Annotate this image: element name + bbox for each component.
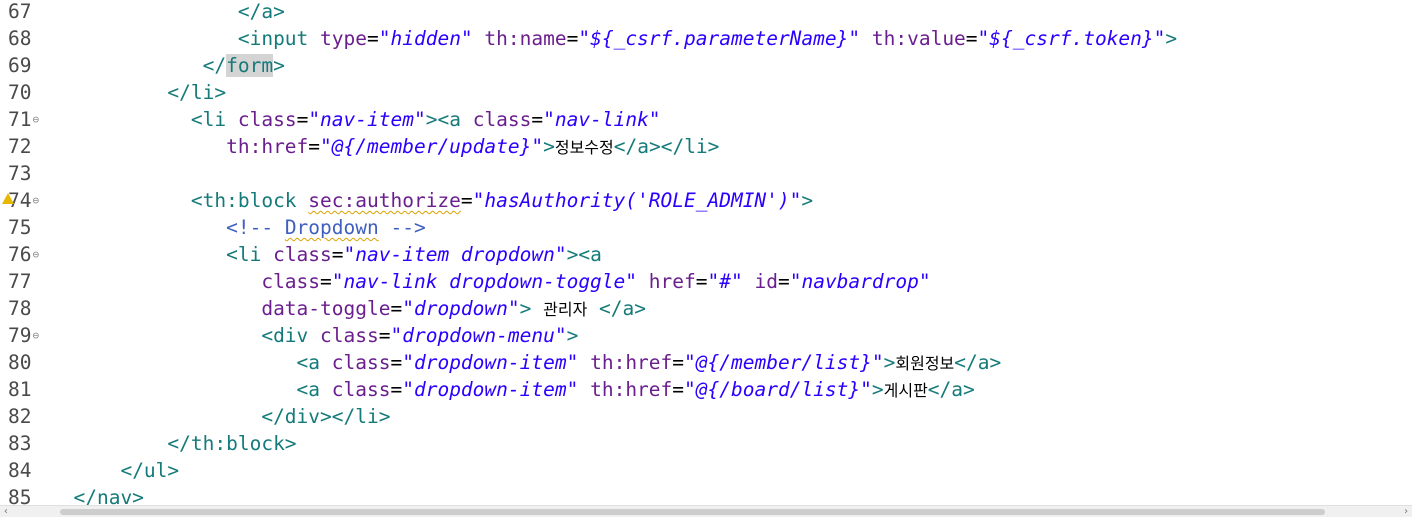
code-line[interactable]: 78 data-toggle="dropdown"> 관리자 </a> [0,295,1412,322]
warning-icon[interactable] [2,193,14,204]
code-text: <div class="dropdown-menu"> [261,324,579,347]
line-number: 73 [8,162,32,185]
code-text: </th:block> [167,432,297,455]
code-text: data-toggle="dropdown"> 관리자 </a> [261,297,647,320]
line-number: 67 [8,0,32,23]
code-text: <!-- Dropdown --> [226,216,426,239]
code-line[interactable]: 79⊖ <div class="dropdown-menu"> [0,322,1412,349]
line-number: 79⊖ [8,324,40,347]
line-number: 81 [8,378,32,401]
code-line[interactable]: 76⊖ <li class="nav-item dropdown"><a [0,241,1412,268]
code-line[interactable]: 67 </a> [0,0,1412,25]
code-line[interactable]: 84 </ul> [0,457,1412,484]
line-number: 69 [8,54,32,77]
code-line[interactable]: 71⊖ <li class="nav-item"><a class="nav-l… [0,106,1412,133]
code-line[interactable]: 81 <a class="dropdown-item" th:href="@{/… [0,376,1412,403]
code-line[interactable]: 77 class="nav-link dropdown-toggle" href… [0,268,1412,295]
code-editor[interactable]: 67 </a> 68 <input type="hidden" th:name="… [0,0,1412,516]
code-text: class="nav-link dropdown-toggle" href="#… [261,270,931,293]
code-line[interactable]: 74⊖ <th:block sec:authorize="hasAuthorit… [0,187,1412,214]
line-number: 70 [8,81,32,104]
line-number: 72 [8,135,32,158]
code-text: th:href="@{/member/update}">정보수정</a></li… [226,135,720,158]
scrollbar-thumb[interactable] [60,509,1325,515]
fold-toggle-icon[interactable]: ⊖ [32,248,39,261]
code-text: </a> [237,0,285,23]
code-text: </div></li> [261,405,391,428]
code-text: <li class="nav-item dropdown"><a [226,243,602,266]
code-line[interactable]: 75 <!-- Dropdown --> [0,214,1412,241]
code-text: <li class="nav-item"><a class="nav-link" [190,108,661,131]
fold-toggle-icon[interactable]: ⊖ [32,113,39,126]
line-number: 71⊖ [8,108,40,131]
line-number: 75 [8,216,32,239]
code-text: </ul> [120,459,180,482]
code-line[interactable]: 72 th:href="@{/member/update}">정보수정</a><… [0,133,1412,160]
line-number: 74⊖ [2,187,50,217]
line-number: 77 [8,270,32,293]
code-line[interactable]: 80 <a class="dropdown-item" th:href="@{/… [0,349,1412,376]
code-text: <input type="hidden" th:name="${_csrf.pa… [237,27,1178,50]
code-line[interactable]: 82 </div></li> [0,403,1412,430]
line-number: 68 [8,27,32,50]
code-text: <a class="dropdown-item" th:href="@{/boa… [296,378,975,401]
code-line[interactable]: 83 </th:block> [0,430,1412,457]
code-text: </form> [202,54,285,77]
line-number: 78 [8,297,32,320]
scroll-left-arrow-icon[interactable]: ‹ [3,506,9,517]
fold-toggle-icon[interactable]: ⊖ [32,194,39,207]
code-line[interactable]: 69 </form> [0,52,1412,79]
line-number: 82 [8,405,32,428]
code-line[interactable]: 70 </li> [0,79,1412,106]
code-line[interactable]: 68 <input type="hidden" th:name="${_csrf… [0,25,1412,52]
code-line[interactable]: 73 [0,160,1412,187]
scroll-right-arrow-icon[interactable]: › [1403,506,1409,517]
code-text: </li> [167,81,227,104]
fold-toggle-icon[interactable]: ⊖ [32,329,39,342]
line-number: 83 [8,432,32,455]
line-number: 76⊖ [8,243,40,266]
line-number: 84 [8,459,32,482]
line-number: 80 [8,351,32,374]
code-text: <a class="dropdown-item" th:href="@{/mem… [296,351,1002,374]
horizontal-scrollbar[interactable]: ‹ › [0,505,1412,517]
code-text: <th:block sec:authorize="hasAuthority('R… [190,189,814,212]
